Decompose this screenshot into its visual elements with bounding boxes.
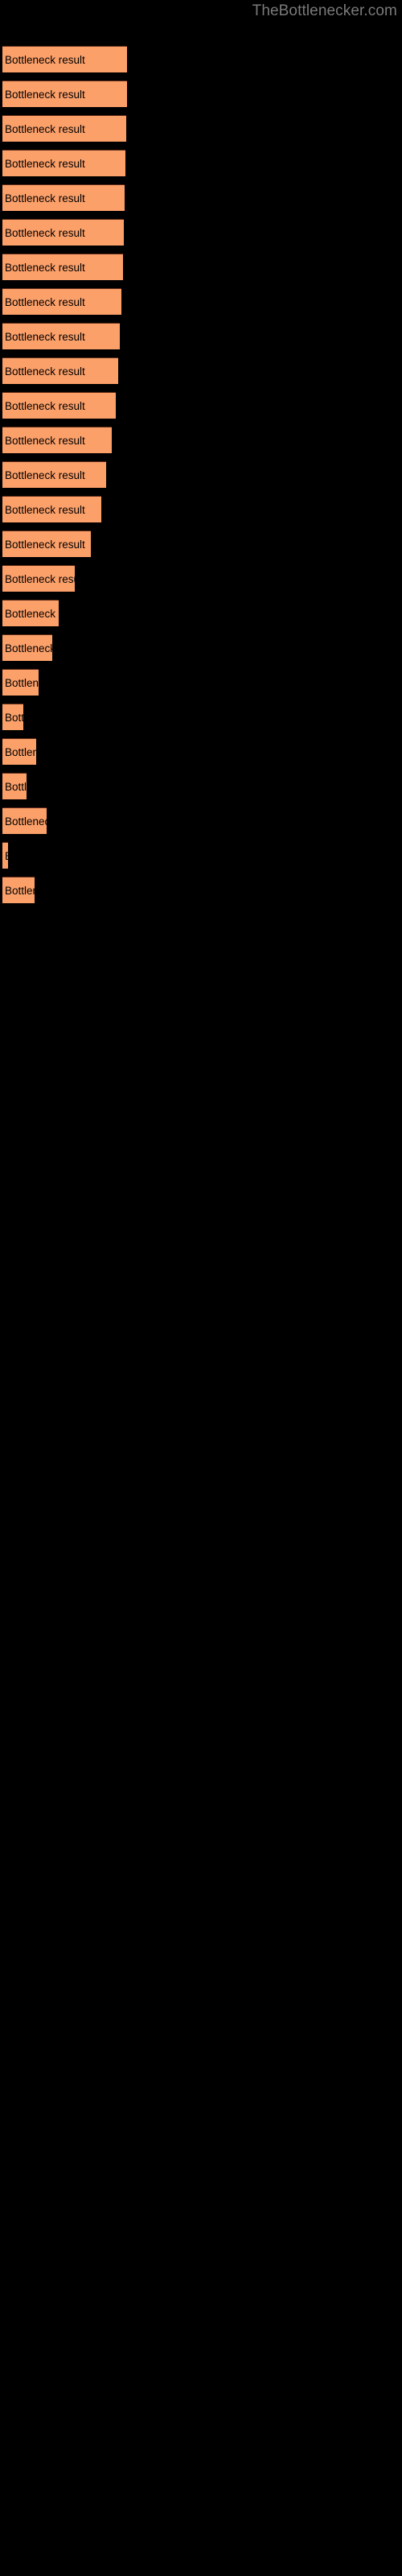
bar-row[interactable]: Bottleneck result [2,357,118,384]
bar-row[interactable]: Bottleneck result [2,634,52,661]
bar-label: Bottleneck result [5,331,85,343]
bar-label: Bottleneck result [5,781,27,793]
bar-segment[interactable]: Bottleneck result [2,357,118,384]
bar-label: Bottleneck result [5,815,47,828]
bar-segment[interactable]: Bottleneck result [2,184,125,211]
bar-segment[interactable]: Bottleneck result [2,80,127,107]
bar-segment[interactable]: Bottleneck result [2,427,112,453]
bar-row[interactable]: Bottleneck result [2,530,91,557]
bar-row[interactable]: Bottleneck result [2,807,47,834]
bar-segment[interactable]: Bottleneck result [2,842,8,869]
bar-segment[interactable]: Bottleneck result [2,807,47,834]
bar-row[interactable]: Bottleneck result [2,46,127,72]
bar-row[interactable]: Bottleneck result [2,600,59,626]
bar-label: Bottleneck result [5,504,85,516]
bar-segment[interactable]: Bottleneck result [2,254,123,280]
bar-segment[interactable]: Bottleneck result [2,704,23,730]
bar-row[interactable]: Bottleneck result [2,254,123,280]
bar-row[interactable]: Bottleneck result [2,496,101,522]
bar-label: Bottleneck result [5,843,8,869]
bar-row[interactable]: Bottleneck result [2,427,112,453]
bar-segment[interactable]: Bottleneck result [2,773,27,799]
bar-row[interactable]: Bottleneck result [2,80,127,107]
bar-row[interactable]: Bottleneck result [2,150,125,176]
bar-label: Bottleneck result [5,54,85,66]
bar-segment[interactable]: Bottleneck result [2,115,126,142]
bar-row[interactable]: Bottleneck result [2,773,27,799]
bar-row[interactable]: Bottleneck result [2,323,120,349]
bar-row[interactable]: Bottleneck result [2,461,106,488]
bar-label: Bottleneck result [5,573,75,585]
bar-segment[interactable]: Bottleneck result [2,46,127,72]
bar-segment[interactable]: Bottleneck result [2,150,125,176]
bar-label: Bottleneck result [5,158,85,170]
bar-segment[interactable]: Bottleneck result [2,669,39,696]
bar-segment[interactable]: Bottleneck result [2,565,75,592]
bar-label: Bottleneck result [5,262,85,274]
bar-row[interactable]: Bottleneck result [2,219,124,246]
bar-row[interactable]: Bottleneck result [2,704,23,730]
bar-label: Bottleneck result [5,296,85,308]
bar-segment[interactable]: Bottleneck result [2,530,91,557]
bar-label: Bottleneck result [5,435,85,447]
bar-row[interactable]: Bottleneck result [2,565,75,592]
bar-row[interactable]: Bottleneck result [2,115,126,142]
bar-label: Bottleneck result [5,192,85,204]
bar-segment[interactable]: Bottleneck result [2,461,106,488]
site-title: TheBottlenecker.com [252,2,397,19]
bar-label: Bottleneck result [5,365,85,378]
bar-segment[interactable]: Bottleneck result [2,323,120,349]
bar-label: Bottleneck result [5,712,23,724]
bar-label: Bottleneck result [5,642,52,654]
bar-segment[interactable]: Bottleneck result [2,600,59,626]
bar-segment[interactable]: Bottleneck result [2,738,36,765]
bar-segment[interactable]: Bottleneck result [2,496,101,522]
bottleneck-bar-chart: TheBottlenecker.com Bottleneck result Bot… [0,0,402,2576]
bar-label: Bottleneck result [5,469,85,481]
bar-row[interactable]: Bottleneck result [2,669,39,696]
bar-segment[interactable]: Bottleneck result [2,392,116,419]
bar-label: Bottleneck result [5,123,85,135]
bar-row[interactable]: Bottleneck result [2,288,121,315]
bar-row[interactable]: Bottleneck result [2,738,36,765]
bar-label: Bottleneck result [5,677,39,689]
bar-segment[interactable]: Bottleneck result [2,288,121,315]
bar-label: Bottleneck result [5,539,85,551]
bar-label: Bottleneck result [5,89,85,101]
bar-segment[interactable]: Bottleneck result [2,219,124,246]
bar-label: Bottleneck result [5,227,85,239]
bar-segment[interactable]: Bottleneck result [2,877,35,903]
bar-label: Bottleneck result [5,608,59,620]
bar-label: Bottleneck result [5,400,85,412]
bar-row[interactable]: Bottleneck result [2,877,35,903]
bar-label: Bottleneck result [5,746,36,758]
bar-row[interactable]: Bottleneck result [2,392,116,419]
bar-segment[interactable]: Bottleneck result [2,634,52,661]
bar-label: Bottleneck result [5,885,35,897]
bar-row[interactable]: Bottleneck result [2,184,125,211]
bar-row[interactable]: Bottleneck result [2,842,8,869]
